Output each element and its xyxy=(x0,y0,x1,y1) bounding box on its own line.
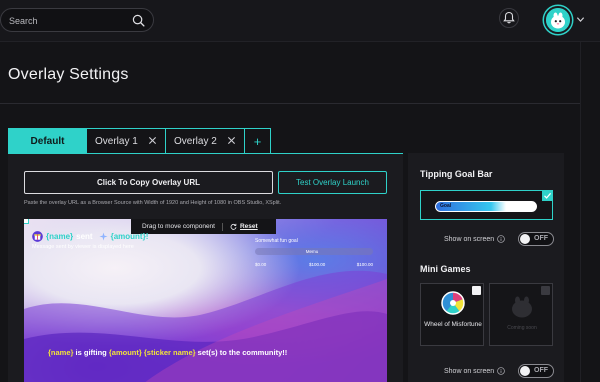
tab-overlay-2[interactable]: Overlay 2 xyxy=(166,128,245,154)
checkbox-checked-icon[interactable] xyxy=(542,190,553,201)
selection-marker xyxy=(24,219,29,224)
show-on-screen-label: Show on screen xyxy=(444,235,495,243)
goal-label: Memu xyxy=(305,249,319,254)
helper-text: Paste the overlay URL as a Browser Sourc… xyxy=(24,200,282,206)
show-on-screen-label: Show on screen xyxy=(444,367,495,375)
game-label: Wheel of Misfortune xyxy=(424,321,482,328)
gift-sticker: {sticker name} xyxy=(141,348,196,357)
search-input[interactable] xyxy=(9,13,129,28)
checkbox-icon xyxy=(541,286,550,295)
toggle-knob xyxy=(520,366,530,376)
alert-subtext: Message sent by viewer is displayed here xyxy=(32,244,134,250)
goal-max: $100.00 xyxy=(356,262,373,267)
toggle-knob xyxy=(520,234,530,244)
close-icon[interactable] xyxy=(148,136,157,145)
goal-bar-widget[interactable]: Somewhat fun goal Memu $0.00 $100.00 $10… xyxy=(253,238,376,272)
divider xyxy=(0,103,580,104)
gift-text-1: is gifting xyxy=(73,348,109,357)
add-tab-button[interactable]: + xyxy=(245,128,271,154)
game-card-wheel[interactable]: Wheel of Misfortune xyxy=(420,283,484,346)
show-on-screen-row: Show on screen xyxy=(444,235,506,243)
tipping-goal-card[interactable]: Goal xyxy=(420,190,553,220)
alert-name: {name} xyxy=(46,232,74,241)
test-overlay-launch-button[interactable]: Test Overlay Launch xyxy=(278,171,387,194)
overlay-panel: Click To Copy Overlay URL Test Overlay L… xyxy=(8,153,403,382)
gift-text-2: set(s) to the community!! xyxy=(195,348,288,357)
search-box[interactable] xyxy=(0,8,154,32)
drag-text: Drag to move component xyxy=(142,223,215,230)
overlay-preview[interactable]: Drag to move component Reset {name} sent… xyxy=(24,219,387,382)
alert-verb: sent xyxy=(76,232,93,241)
tab-label: Overlay 2 xyxy=(174,135,217,147)
tab-overlay-1[interactable]: Overlay 1 xyxy=(87,128,166,154)
copy-overlay-url-button[interactable]: Click To Copy Overlay URL xyxy=(24,171,273,194)
info-icon[interactable] xyxy=(497,367,506,375)
wheel-of-misfortune-icon xyxy=(441,291,465,315)
gift-icon xyxy=(32,231,43,242)
tipping-goal-title: Tipping Goal Bar xyxy=(420,169,493,179)
gift-amount: {amount} xyxy=(108,348,142,357)
sparkle-icon xyxy=(99,232,108,241)
gift-name: {name} xyxy=(48,348,74,357)
tipping-goal-toggle[interactable]: OFF xyxy=(518,232,554,246)
close-icon[interactable] xyxy=(227,136,236,145)
search-icon[interactable] xyxy=(132,14,145,27)
overlay-tabs: Default Overlay 1 Overlay 2 + xyxy=(8,128,271,154)
chevron-down-icon[interactable] xyxy=(576,15,585,24)
toggle-label: OFF xyxy=(534,367,548,374)
tab-label: Overlay 1 xyxy=(95,135,138,147)
tab-default[interactable]: Default xyxy=(8,128,87,154)
gift-announcement[interactable]: {name} is gifting {amount} {sticker name… xyxy=(48,348,287,357)
tipping-goal-bar-text: Goal xyxy=(440,203,452,209)
reset-link[interactable]: Reset xyxy=(240,223,258,230)
bell-icon[interactable] xyxy=(499,8,519,28)
game-label: Coming soon xyxy=(507,325,537,331)
goal-min: $0.00 xyxy=(255,262,267,267)
tab-label: Default xyxy=(30,135,65,147)
toggle-label: OFF xyxy=(534,235,548,242)
show-on-screen-row: Show on screen xyxy=(444,367,506,375)
scrollbar[interactable] xyxy=(580,42,600,382)
page-title: Overlay Settings xyxy=(8,66,129,83)
avatar[interactable] xyxy=(544,6,572,34)
alert-line[interactable]: {name} sent {amount}! xyxy=(32,231,148,242)
avatar-mascot-icon xyxy=(546,8,570,32)
game-card-coming-soon: Coming soon xyxy=(489,283,553,346)
tipping-goal-bar: Goal xyxy=(435,201,537,212)
top-bar xyxy=(0,0,600,42)
mascot-placeholder-icon xyxy=(512,296,532,318)
drag-handle[interactable]: Drag to move component Reset xyxy=(131,219,276,234)
mini-games-toggle[interactable]: OFF xyxy=(518,364,554,378)
reset-icon[interactable] xyxy=(230,223,237,230)
checkbox-icon[interactable] xyxy=(472,286,481,295)
alert-amount: {amount}! xyxy=(110,232,149,241)
mini-games-title: Mini Games xyxy=(420,264,471,274)
goal-title: Somewhat fun goal xyxy=(255,238,298,244)
components-panel: Tipping Goal Bar Goal Show on screen OFF… xyxy=(408,153,564,382)
info-icon[interactable] xyxy=(497,235,506,243)
plus-icon: + xyxy=(253,133,262,149)
separator xyxy=(221,222,223,231)
goal-mid: $100.00 xyxy=(309,262,326,267)
